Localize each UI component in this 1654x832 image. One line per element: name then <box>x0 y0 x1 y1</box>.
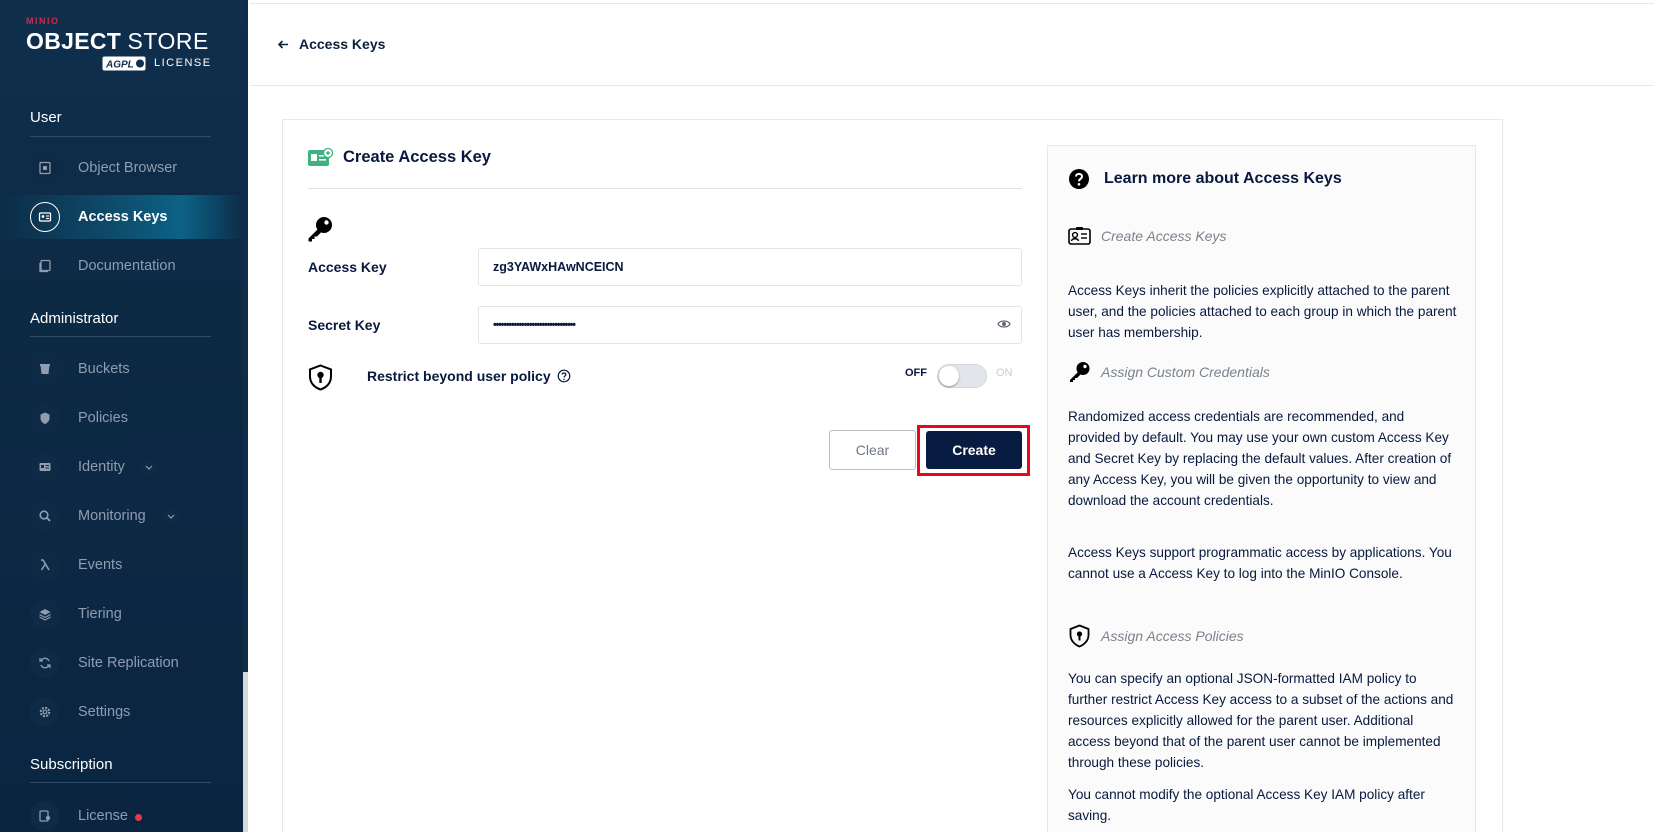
sidebar-item-monitoring[interactable]: Monitoring <box>0 494 243 538</box>
logo-minio-text: MINIO <box>26 16 60 26</box>
help-heading-custom-credentials: Assign Custom Credentials <box>1068 361 1270 383</box>
agpl-text: AGPL <box>105 60 134 71</box>
help-heading-text: Assign Access Policies <box>1101 628 1244 644</box>
sidebar-item-label: License <box>78 808 128 824</box>
sidebar-item-license[interactable]: License <box>0 794 243 832</box>
chevron-down-icon[interactable] <box>163 508 179 524</box>
sidebar-item-documentation[interactable]: Documentation <box>0 244 243 288</box>
sidebar-item-label: Access Keys <box>78 209 168 225</box>
sidebar-scrollbar[interactable] <box>243 0 250 832</box>
help-circle-icon[interactable] <box>557 369 571 383</box>
clear-button[interactable]: Clear <box>829 430 916 470</box>
question-circle-icon <box>1069 169 1089 189</box>
notification-dot <box>135 814 142 821</box>
sidebar-item-tiering[interactable]: Tiering <box>0 592 243 636</box>
section-title-administrator: Administrator <box>30 310 119 327</box>
sidebar-item-label: Documentation <box>78 258 176 274</box>
logo-brand: OBJECT STORE <box>26 28 209 55</box>
sidebar-item-settings[interactable]: Settings <box>0 690 243 734</box>
secret-key-label: Secret Key <box>308 317 381 333</box>
sidebar-item-site-replication[interactable]: Site Replication <box>0 641 243 685</box>
shield-policy-icon <box>309 364 332 391</box>
chevron-down-icon[interactable] <box>141 459 157 475</box>
monitoring-icon <box>30 501 60 531</box>
arrow-left-icon <box>278 39 288 49</box>
secret-key-value: •••••••••••••••••••••••••••••••• <box>493 319 576 331</box>
sidebar-item-label: Events <box>78 557 123 573</box>
site-replication-icon <box>30 648 60 678</box>
sidebar-item-events[interactable]: Events <box>0 543 243 587</box>
tiering-icon <box>30 599 60 629</box>
documentation-icon <box>30 251 60 281</box>
form-title-text: Create Access Key <box>343 148 491 166</box>
access-key-label: Access Key <box>308 259 387 275</box>
help-heading-create: Create Access Keys <box>1068 226 1227 246</box>
access-keys-icon <box>30 202 60 232</box>
toggle-on-label: ON <box>996 367 1013 379</box>
id-card-icon <box>1068 227 1091 245</box>
sidebar-item-label: Identity <box>78 459 125 475</box>
sidebar-item-object-browser[interactable]: Object Browser <box>0 146 243 190</box>
back-link-label: Access Keys <box>299 36 386 52</box>
help-heading-text: Create Access Keys <box>1101 228 1227 244</box>
help-heading-text: Assign Custom Credentials <box>1101 364 1270 380</box>
sidebar-item-identity[interactable]: Identity <box>0 445 243 489</box>
key-icon <box>308 217 332 242</box>
sidebar: MINIO OBJECT STORE AGPL LICENSE User Obj… <box>0 0 243 832</box>
section-divider <box>30 336 211 337</box>
policies-icon <box>30 403 60 433</box>
minio-logo[interactable]: MINIO OBJECT STORE AGPL LICENSE <box>26 16 216 74</box>
help-title-text: Learn more about Access Keys <box>1104 170 1342 187</box>
logo-brand-light: STORE <box>127 28 209 54</box>
toggle-knob <box>939 366 959 386</box>
key-icon <box>1070 362 1090 382</box>
help-paragraph: Access Keys inherit the policies explici… <box>1068 283 1457 340</box>
restrict-policy-toggle[interactable] <box>937 364 987 388</box>
show-password-icon[interactable] <box>997 319 1011 329</box>
sidebar-item-label: Monitoring <box>78 508 146 524</box>
sidebar-item-label: Policies <box>78 410 128 426</box>
sidebar-item-label: Buckets <box>78 361 130 377</box>
form-title: Create Access Key <box>308 148 491 167</box>
back-link[interactable]: Access Keys <box>278 36 385 52</box>
restrict-policy-label: Restrict beyond user policy <box>367 368 571 384</box>
shield-policy-icon <box>1069 624 1090 648</box>
create-button[interactable]: Create <box>926 431 1022 469</box>
access-key-card-icon <box>308 148 333 166</box>
access-key-input[interactable]: zg3YAWxHAwNCEICN <box>478 248 1022 286</box>
section-title-subscription: Subscription <box>30 756 113 773</box>
restrict-policy-text: Restrict beyond user policy <box>367 368 551 384</box>
help-title: Learn more about Access Keys <box>1068 168 1342 190</box>
license-icon <box>30 801 60 831</box>
buckets-icon <box>30 354 60 384</box>
help-paragraph: You can specify an optional JSON-formatt… <box>1068 671 1454 770</box>
sidebar-item-label: Tiering <box>78 606 122 622</box>
access-key-value: zg3YAWxHAwNCEICN <box>493 260 624 274</box>
agpl-badge-icon: AGPL <box>102 56 146 71</box>
help-paragraph: Randomized access credentials are recomm… <box>1068 409 1452 508</box>
settings-icon <box>30 697 60 727</box>
toggle-off-label: OFF <box>905 367 927 379</box>
section-divider <box>30 782 211 783</box>
help-heading-access-policies: Assign Access Policies <box>1068 624 1244 648</box>
section-title-user: User <box>30 109 62 126</box>
sidebar-item-label: Settings <box>78 704 131 720</box>
page-header: Access Keys <box>250 4 1654 86</box>
identity-icon <box>30 452 60 482</box>
help-paragraph: You cannot modify the optional Access Ke… <box>1068 787 1425 823</box>
lambda-icon <box>30 550 60 580</box>
section-divider <box>30 136 211 137</box>
object-browser-icon <box>30 153 60 183</box>
scrollbar-thumb[interactable] <box>243 0 248 672</box>
sidebar-item-policies[interactable]: Policies <box>0 396 243 440</box>
sidebar-item-access-keys[interactable]: Access Keys <box>0 195 243 239</box>
form-divider <box>308 188 1022 189</box>
secret-key-input[interactable]: •••••••••••••••••••••••••••••••• <box>478 306 1022 344</box>
sidebar-item-label: Object Browser <box>78 160 178 176</box>
sidebar-item-buckets[interactable]: Buckets <box>0 347 243 391</box>
sidebar-item-label: Site Replication <box>78 655 179 671</box>
logo-license-text: LICENSE <box>154 57 212 69</box>
help-paragraph: Access Keys support programmatic access … <box>1068 545 1452 581</box>
logo-brand-bold: OBJECT <box>26 28 122 54</box>
